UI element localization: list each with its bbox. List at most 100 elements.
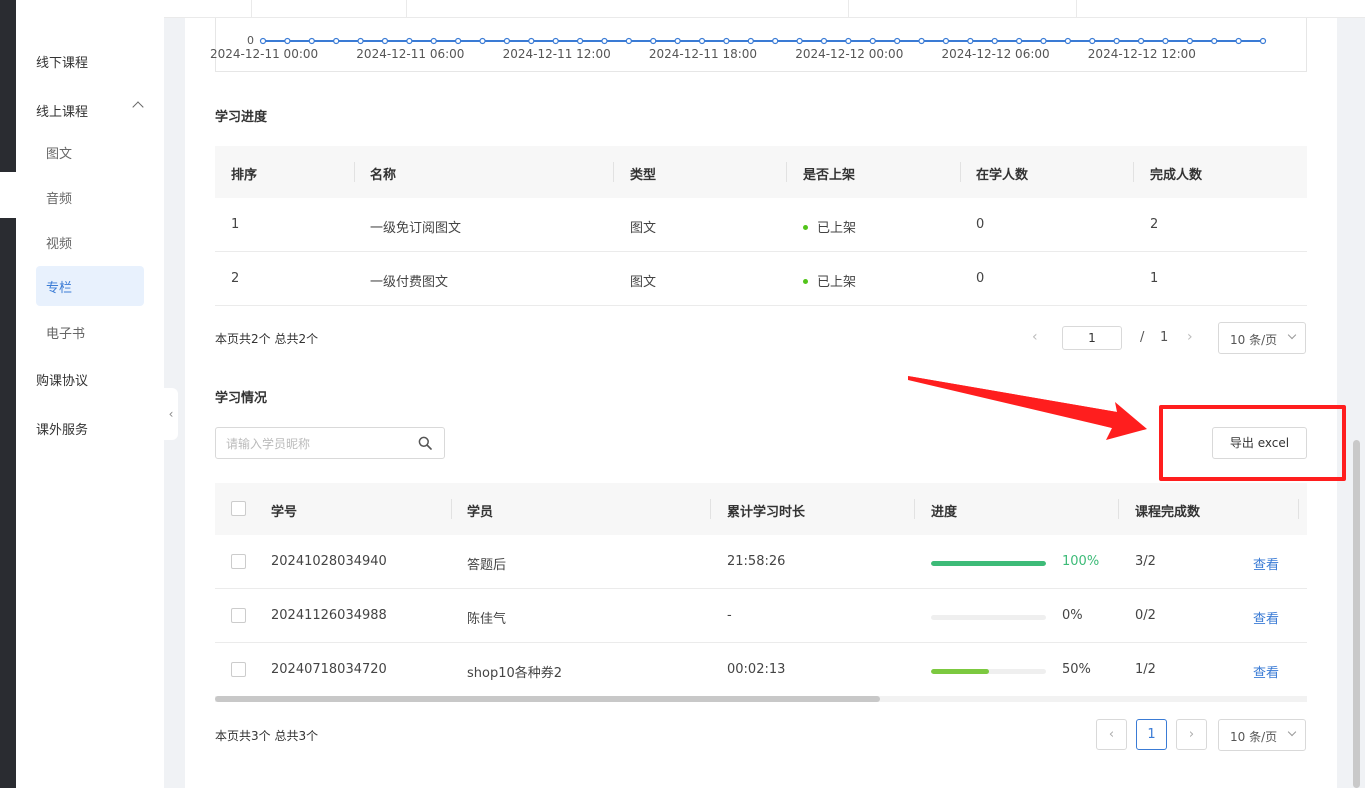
x-tick-label: 2024-12-11 06:00 [356,47,465,61]
progress-summary: 本页共2个 总共2个 [215,332,319,346]
data-point [479,37,486,45]
chevron-left-icon: ‹ [168,407,174,421]
data-point [674,37,681,45]
sidebar-sub-graphic[interactable]: 图文 [46,143,72,162]
cell-name: 一级付费图文 [370,275,449,290]
row-checkbox[interactable] [231,662,246,677]
data-point [552,37,559,45]
next-page-button[interactable]: › [1176,719,1207,750]
cell-complete-count: 0/2 [1135,608,1156,623]
sidebar: 线下课程 线上课程 图文 音频 视频 专栏 电子书 购课协议 课外服务 [16,0,164,788]
progress-bar [931,561,1046,566]
annotation-arrow [908,376,1147,440]
table-row: 20241126034988 陈佳气 - 0% 0/2 查看 [215,589,1307,643]
prev-page-icon[interactable]: ‹ [1032,329,1038,345]
data-point [601,37,608,45]
page-size-select[interactable]: 10 条/页 [1218,719,1306,751]
page-size-select[interactable]: 10 条/页 [1218,322,1306,354]
data-point [503,37,511,45]
view-link[interactable]: 查看 [1253,554,1279,573]
page-vertical-scrollbar[interactable] [1353,440,1360,788]
data-point [1015,37,1023,45]
chevron-up-icon[interactable] [132,101,144,113]
sidebar-sub-audio[interactable]: 音频 [46,188,72,207]
data-point [723,37,730,45]
data-point [942,37,950,45]
learning-line-chart: 0 2024-12-11 00:00 2024-12-11 06:00 2024-1… [210,18,1307,72]
cell-student-id: 20241028034940 [271,554,387,569]
data-point [381,37,389,45]
cell-complete-count: 1/2 [1135,662,1156,677]
page-button-1[interactable]: 1 [1136,719,1167,750]
search-icon[interactable] [418,436,432,450]
chevron-down-icon [1287,727,1297,737]
cell-student-id: 20241126034988 [271,608,387,623]
progress-percent: 0% [1062,608,1083,623]
data-point [333,37,340,45]
x-tick-label: 2024-12-11 18:00 [648,47,758,61]
sidebar-item-offline-course[interactable]: 线下课程 [36,52,88,71]
app-rail [0,0,16,788]
study-summary: 本页共3个 总共3个 [215,729,319,743]
cell-order: 1 [231,217,240,232]
study-table-header: 学号 学员 累计学习时长 进度 课程完成数 [215,483,1307,535]
table-row: 2 一级付费图文 图文 已上架 0 1 [215,252,1307,306]
cell-done: 1 [1150,271,1159,286]
row-checkbox[interactable] [231,554,246,569]
data-point [1089,37,1096,45]
col-complete-count: 课程完成数 [1135,505,1201,520]
data-point [991,37,998,45]
view-link[interactable]: 查看 [1253,662,1279,681]
x-tick-label: 2024-12-12 12:00 [1087,47,1196,61]
sidebar-item-purchase-agreement[interactable]: 购课协议 [36,370,88,389]
select-all-checkbox[interactable] [231,501,246,516]
next-page-icon[interactable]: › [1187,329,1193,345]
cell-duration: 21:58:26 [727,554,786,569]
cell-student-name: 答题后 [467,558,507,573]
cell-complete-count: 3/2 [1135,554,1156,569]
sidebar-item-online-course[interactable]: 线上课程 [36,101,88,120]
x-tick-label: 2024-12-12 06:00 [941,47,1050,61]
progress-percent: 50% [1062,662,1091,677]
sidebar-collapse-handle[interactable]: ‹ [164,388,178,440]
top-tab-strip [16,0,1365,18]
progress-percent: 100% [1062,554,1100,569]
cell-student-id: 20240718034720 [271,662,387,677]
line-chart-svg [259,37,1267,45]
page-number-input[interactable]: 1 [1062,326,1122,350]
col-student: 学员 [467,505,494,520]
data-point [1162,37,1169,45]
data-point [918,37,925,45]
data-point [1040,37,1047,45]
data-point [967,37,974,45]
scrollbar-thumb[interactable] [215,696,880,702]
table-horizontal-scrollbar[interactable] [215,696,1307,702]
data-point [772,37,779,45]
col-duration: 累计学习时长 [727,505,806,520]
data-point [455,37,462,45]
export-excel-button[interactable]: 导出 excel [1212,427,1307,459]
prev-page-button[interactable]: ‹ [1096,719,1127,750]
data-point [284,37,291,45]
search-box [215,427,445,459]
sidebar-sub-video[interactable]: 视频 [46,233,72,252]
cell-learning: 0 [976,271,985,286]
data-point [747,37,754,45]
sidebar-sub-ebook[interactable]: 电子书 [46,323,85,342]
sidebar-sub-column[interactable]: 专栏 [36,266,144,306]
row-checkbox[interactable] [231,608,246,623]
data-point [357,37,364,45]
cell-learning: 0 [976,217,985,232]
data-point [894,37,901,45]
view-link[interactable]: 查看 [1253,608,1279,627]
x-tick-label: 2024-12-12 00:00 [795,47,904,61]
data-point [1137,37,1145,45]
col-learning-count: 在学人数 [976,168,1029,183]
page-total: 1 [1160,330,1169,345]
status-badge: 已上架 [803,217,856,236]
data-point [820,37,828,45]
student-search-input[interactable] [226,434,406,454]
sidebar-item-extra-service[interactable]: 课外服务 [36,419,88,438]
data-point [845,37,852,45]
table-row: 1 一级免订阅图文 图文 已上架 0 2 [215,198,1307,252]
